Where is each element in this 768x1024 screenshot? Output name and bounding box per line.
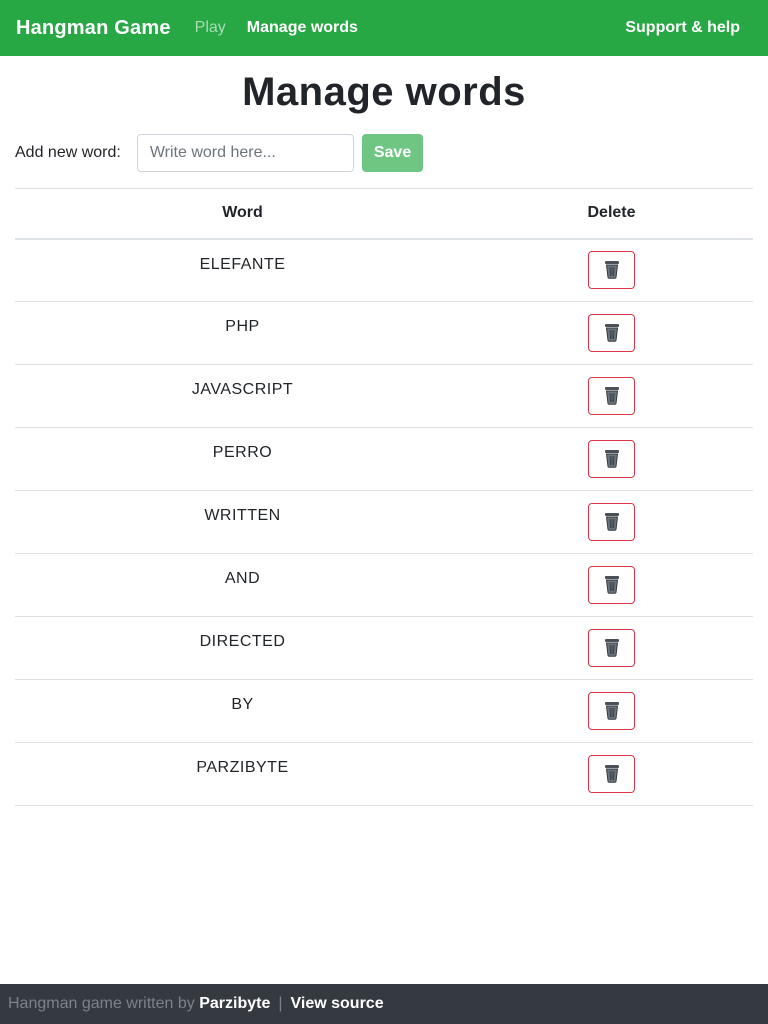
nav-link-play[interactable]: Play: [195, 19, 226, 37]
trash-icon: [603, 511, 621, 534]
trash-icon: [603, 637, 621, 660]
delete-word-button[interactable]: [588, 440, 635, 478]
footer: Hangman game written by Parzibyte | View…: [0, 984, 768, 1024]
footer-author-link[interactable]: Parzibyte: [199, 995, 270, 1013]
delete-word-button[interactable]: [588, 503, 635, 541]
delete-cell: [470, 616, 753, 680]
footer-separator: |: [278, 995, 283, 1012]
delete-cell: [470, 679, 753, 743]
footer-text: Hangman game written by: [8, 995, 195, 1012]
save-button[interactable]: Save: [361, 134, 424, 172]
view-source-link[interactable]: View source: [291, 995, 384, 1013]
table-row: ELEFANTE: [15, 238, 753, 302]
delete-cell: [470, 553, 753, 617]
header-delete: Delete: [470, 188, 753, 240]
word-cell: WRITTEN: [15, 490, 470, 554]
delete-word-button[interactable]: [588, 314, 635, 352]
words-table: Word Delete ELEFANTE PHP JAVASCRIPT PERRO WR…: [15, 188, 753, 806]
word-cell: AND: [15, 553, 470, 617]
brand-title[interactable]: Hangman Game: [16, 17, 171, 40]
table-row: PARZIBYTE: [15, 742, 753, 806]
delete-cell: [470, 427, 753, 491]
table-row: PHP: [15, 301, 753, 365]
header-word: Word: [15, 188, 470, 240]
word-cell: JAVASCRIPT: [15, 364, 470, 428]
trash-icon: [603, 763, 621, 786]
delete-cell: [470, 742, 753, 806]
delete-cell: [470, 364, 753, 428]
delete-word-button[interactable]: [588, 566, 635, 604]
table-row: PERRO: [15, 427, 753, 491]
trash-icon: [603, 574, 621, 597]
trash-icon: [603, 322, 621, 345]
words-table-container: Word Delete ELEFANTE PHP JAVASCRIPT PERRO WR…: [15, 188, 753, 806]
trash-icon: [603, 700, 621, 723]
nav-link-manage-words[interactable]: Manage words: [247, 19, 358, 37]
table-row: BY: [15, 679, 753, 743]
table-row: DIRECTED: [15, 616, 753, 680]
word-cell: PHP: [15, 301, 470, 365]
new-word-input[interactable]: [136, 134, 354, 172]
word-cell: DIRECTED: [15, 616, 470, 680]
add-word-label: Add new word:: [15, 144, 121, 161]
trash-icon: [603, 448, 621, 471]
nav-link-support[interactable]: Support & help: [625, 19, 740, 37]
table-body: ELEFANTE PHP JAVASCRIPT PERRO WRITTEN AND DIRE…: [15, 238, 753, 806]
delete-word-button[interactable]: [588, 755, 635, 793]
word-cell: PERRO: [15, 427, 470, 491]
table-row: JAVASCRIPT: [15, 364, 753, 428]
delete-cell: [470, 301, 753, 365]
delete-word-button[interactable]: [588, 251, 635, 290]
delete-cell: [470, 490, 753, 554]
top-navbar: Hangman Game Play Manage words Support &…: [0, 0, 768, 56]
word-cell: BY: [15, 679, 470, 743]
word-cell: PARZIBYTE: [15, 742, 470, 806]
trash-icon: [603, 259, 621, 282]
word-cell: ELEFANTE: [15, 238, 470, 302]
page-title: Manage words: [242, 70, 526, 114]
delete-cell: [470, 238, 753, 302]
table-row: WRITTEN: [15, 490, 753, 554]
delete-word-button[interactable]: [588, 629, 635, 667]
delete-word-button[interactable]: [588, 377, 635, 415]
table-header-row: Word Delete: [15, 188, 753, 240]
delete-word-button[interactable]: [588, 692, 635, 730]
trash-icon: [603, 385, 621, 408]
table-row: AND: [15, 553, 753, 617]
add-word-form: Add new word: Save: [15, 134, 424, 172]
